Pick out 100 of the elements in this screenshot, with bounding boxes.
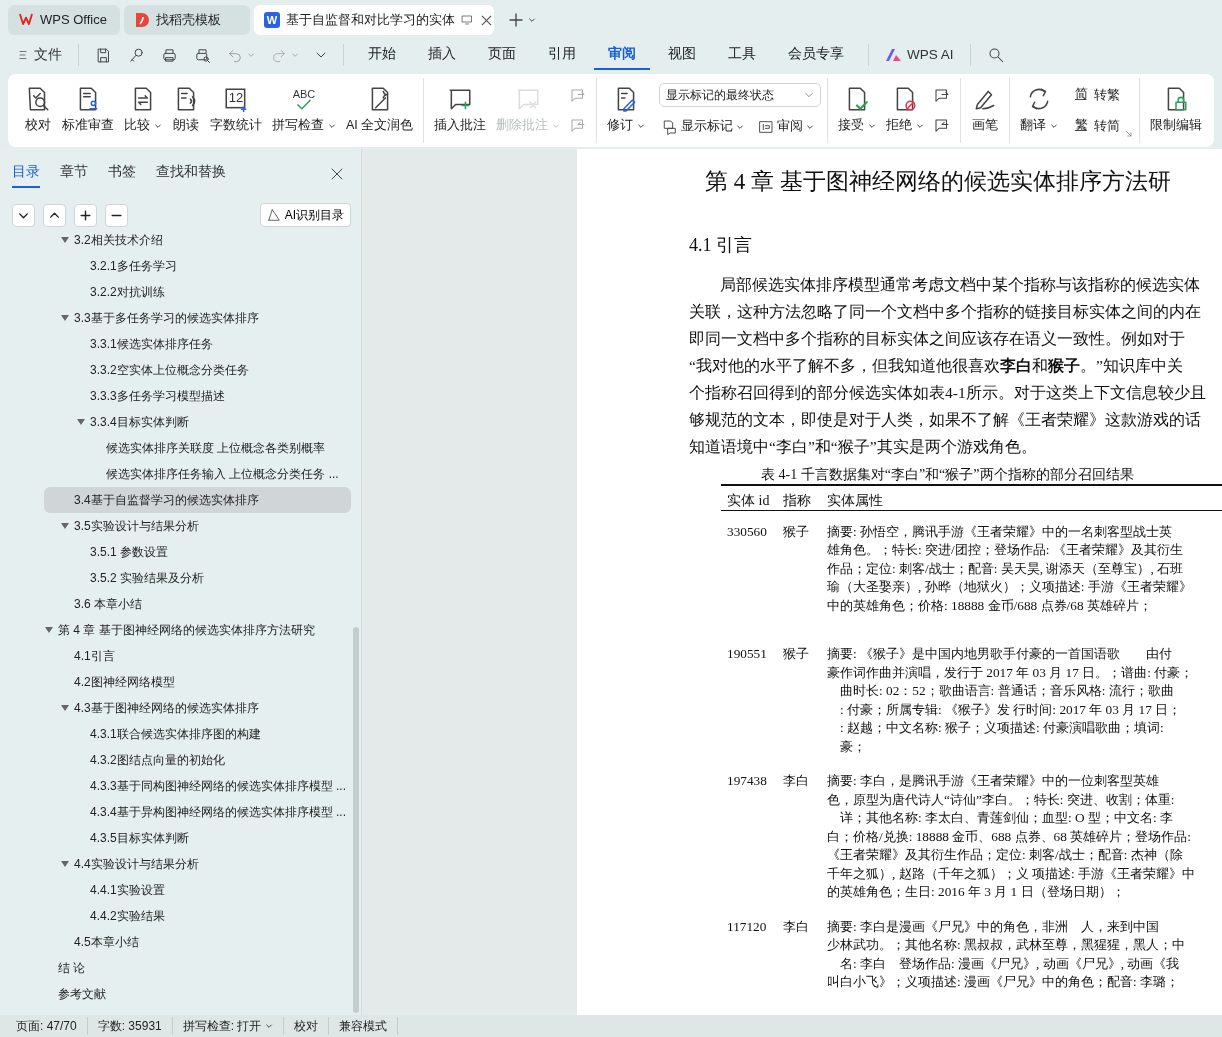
column-header: 实体属性 bbox=[827, 491, 883, 510]
outline-item[interactable]: 结 论 bbox=[44, 955, 351, 981]
review-pane-icon bbox=[758, 118, 775, 135]
outline-item[interactable]: 4.3.2图结点向量的初始化 bbox=[76, 747, 351, 773]
column-header: 实体 id bbox=[726, 491, 771, 510]
outline-item[interactable]: 3.2相关技术介绍 bbox=[60, 227, 351, 253]
add-button[interactable] bbox=[74, 203, 97, 227]
ribbon-button[interactable]: 标准审查 bbox=[58, 84, 118, 137]
app-tab[interactable]: W 基于自监督和对比学习的实体 bbox=[254, 5, 494, 35]
ribbon-button[interactable]: 拒绝 bbox=[882, 84, 929, 137]
display-mode-select[interactable]: 显示标记的最终状态 bbox=[659, 83, 822, 108]
menu-tab[interactable]: 视图 bbox=[654, 39, 710, 71]
outline-item[interactable]: 3.6 本章小结 bbox=[60, 591, 351, 617]
sidebar-tab[interactable]: 书签 bbox=[108, 160, 136, 188]
expanded-triangle-icon[interactable] bbox=[77, 419, 85, 425]
outline-item[interactable]: 3.2.1多任务学习 bbox=[76, 253, 351, 279]
expanded-triangle-icon[interactable] bbox=[61, 861, 69, 867]
redo-icon bbox=[271, 47, 287, 63]
ribbon-button[interactable]: 12 字数统计 bbox=[206, 84, 266, 137]
outline-item[interactable]: 3.5.2 实验结果及分析 bbox=[76, 565, 351, 591]
sidebar-tab[interactable]: 章节 bbox=[60, 160, 88, 188]
scrollbar-thumb[interactable] bbox=[353, 627, 359, 1013]
column-header: 指称 bbox=[783, 491, 812, 510]
ribbon-button[interactable]: 简 转繁 bbox=[1068, 83, 1124, 107]
expanded-triangle-icon[interactable] bbox=[45, 627, 53, 633]
app-tab[interactable]: WPS Office bbox=[8, 5, 120, 35]
outline-item[interactable]: 4.3.4基于异构图神经网络的候选实体排序模型 ... bbox=[76, 799, 351, 825]
outline-item[interactable]: 3.3.1候选实体排序任务 bbox=[76, 331, 351, 357]
outline-item[interactable]: 3.5实验设计与结果分析 bbox=[60, 513, 351, 539]
menu-tab[interactable]: 开始 bbox=[354, 39, 410, 71]
menu-tab[interactable]: 引用 bbox=[534, 39, 590, 71]
menu-tab[interactable]: 审阅 bbox=[594, 39, 650, 71]
outline-item[interactable]: 4.3.5目标实体判断 bbox=[76, 825, 351, 851]
outline-item[interactable]: 3.3.4目标实体判断 bbox=[76, 409, 351, 435]
outline-item[interactable]: 4.4.1实验设置 bbox=[76, 877, 351, 903]
ribbon-button[interactable]: 显示标记 bbox=[659, 115, 748, 138]
status-item[interactable]: 兼容模式 bbox=[329, 1017, 399, 1035]
ribbon-button[interactable]: 翻译 bbox=[1016, 84, 1063, 137]
outline-item[interactable]: 3.3基于多任务学习的候选实体排序 bbox=[60, 305, 351, 331]
outline-item[interactable]: 3.3.2空实体上位概念分类任务 bbox=[76, 357, 351, 383]
comment-arrow-icon bbox=[569, 86, 588, 105]
expanded-triangle-icon[interactable] bbox=[61, 705, 69, 711]
sidebar-tab[interactable]: 查找和替换 bbox=[156, 160, 226, 188]
caret-icon bbox=[291, 51, 299, 59]
ribbon-button[interactable]: 修订 bbox=[603, 84, 650, 137]
monitor-icon bbox=[461, 14, 473, 26]
ribbon-button[interactable]: 繁 转简 bbox=[1068, 114, 1124, 138]
menu-tab[interactable]: 会员专享 bbox=[774, 39, 858, 71]
status-item[interactable]: 字数: 35931 bbox=[87, 1017, 173, 1035]
expanded-triangle-icon[interactable] bbox=[61, 315, 69, 321]
ribbon-button[interactable]: 限制编辑 bbox=[1146, 84, 1207, 137]
save-icon bbox=[95, 46, 112, 64]
menu-tab[interactable]: 页面 bbox=[474, 39, 530, 71]
outline-item[interactable]: 4.5本章小结 bbox=[60, 929, 351, 955]
outline-item[interactable]: 参考文献 bbox=[44, 981, 351, 1007]
ribbon-button[interactable]: 接受 bbox=[834, 84, 881, 137]
outline-item[interactable]: 3.2.2对抗训练 bbox=[76, 279, 351, 305]
outline-item[interactable]: 候选实体排序关联度 上位概念各类别概率 bbox=[92, 435, 351, 461]
ribbon-button[interactable]: 插入批注 bbox=[430, 84, 491, 137]
expand-button[interactable] bbox=[43, 203, 66, 227]
table-cell: 摘要: 孙悟空，腾讯手游《王者荣耀》中的一名刺客型战士英 雄角色。；特长: 突进/团控；登场作品: 《王者荣耀》及其衍生 作品；定位: 刺客/战士；配音: 吴天昊, 谢添天（至尊宝）, 石班 瑜（大圣娶亲）, 孙晔（地狱火）；义项描述: 手游《王者荣耀》 中的英雄角色；价格: 18888 金币/688 点券/68 英雄碎片； bbox=[827, 522, 1192, 615]
ribbon-button[interactable]: 比较 bbox=[120, 84, 166, 137]
ribbon-button[interactable]: AI 全文润色 bbox=[342, 84, 418, 137]
sidebar-tab[interactable]: 目录 bbox=[12, 160, 40, 188]
status-item[interactable]: 页面: 47/70 bbox=[6, 1017, 88, 1035]
outline-item[interactable]: 4.4.2实验结果 bbox=[76, 903, 351, 929]
menu-tab[interactable]: 工具 bbox=[714, 39, 770, 71]
outline-item[interactable]: 3.3.3多任务学习模型描述 bbox=[76, 383, 351, 409]
wps-ai-button[interactable]: WPS AI bbox=[879, 42, 960, 68]
body-paragraph: 局部候选实体排序模型通常考虑文档中某个指称与该指称的候选实体 关联，这种方法忽略了同一个文档中多个指称的链接目标实体之间的内在 即同一文档中多个指称的目标实体之间应该存在语义一致性。例如对于 “我对他的水平了解不多，但我知道他很喜欢李白和猴子。”知识库中关 个指称召回得到的部分候选实体如表4-1所示。对于这类上下文信息较少且 够规范的文本，即使是对于人类，如果不了解《王者荣耀》这款游戏的话 知道语境中“李白”和“猴子”其实是两个游戏角色。 bbox=[689, 274, 1207, 457]
expanded-triangle-icon[interactable] bbox=[61, 237, 69, 243]
ribbon-button[interactable]: ABC 拼写检查 bbox=[268, 84, 340, 137]
ai-outline-button[interactable]: AI识别目录 bbox=[259, 203, 351, 227]
close-icon bbox=[331, 168, 343, 180]
ribbon-button[interactable]: 校对 bbox=[20, 84, 56, 137]
outline-item[interactable]: 3.4基于自监督学习的候选实体排序 bbox=[44, 487, 351, 513]
table-cell-text: 李白 bbox=[783, 772, 810, 790]
collapse-button[interactable] bbox=[12, 203, 35, 227]
outline-item[interactable]: 4.1引言 bbox=[60, 643, 351, 669]
file-menu-button[interactable]: 文件 bbox=[12, 42, 68, 68]
outline-item[interactable]: 4.3基于图神经网络的候选实体排序 bbox=[60, 695, 351, 721]
app-tab[interactable]: 找稻壳模板 bbox=[124, 5, 250, 35]
menu-tab[interactable]: 插入 bbox=[414, 39, 470, 71]
table-cell: 摘要: 《猴子》是中国内地男歌手付豪的一首国语歌 由付 豪作词作曲并演唱，发行于 2017 年 03 月 17 日。；谱曲: 付豪； 曲时长: 02：52；歌曲语言: 普通话；音乐风格: 流行；歌曲 : 付豪；所属专辑: 《猴子》发 行时间: 2017 年 03 月 17 日； : 赵越；中文名称: 猴子；义项描述: 付豪演唱歌曲；填词: 豪； bbox=[827, 645, 1194, 756]
ribbon-button[interactable]: 画笔 bbox=[967, 84, 1004, 137]
close-tab-icon[interactable] bbox=[481, 14, 492, 26]
caret-icon bbox=[528, 16, 536, 24]
outline-item[interactable]: 4.4实验设计与结果分析 bbox=[60, 851, 351, 877]
ribbon-button[interactable]: 审阅 bbox=[755, 115, 818, 138]
outline-item[interactable]: 4.2图神经网络模型 bbox=[60, 669, 351, 695]
outline-item[interactable]: 候选实体排序任务输入 上位概念分类任务 ... bbox=[92, 461, 351, 487]
outline-item[interactable]: 第 4 章 基于图神经网络的候选实体排序方法研究 bbox=[44, 617, 351, 643]
status-item[interactable]: 校对 bbox=[284, 1017, 330, 1035]
ribbon-button[interactable]: 朗读 bbox=[168, 84, 204, 137]
outline-item[interactable]: 4.3.1联合候选实体排序图的构建 bbox=[76, 721, 351, 747]
status-item[interactable]: 拼写检查: 打开 bbox=[172, 1017, 285, 1035]
expanded-triangle-icon[interactable] bbox=[61, 523, 69, 529]
outline-item[interactable]: 4.3.3基于同构图神经网络的候选实体排序模型 ... bbox=[76, 773, 351, 799]
launcher-icon bbox=[1125, 130, 1134, 139]
outline-item[interactable]: 3.5.1 参数设置 bbox=[76, 539, 351, 565]
